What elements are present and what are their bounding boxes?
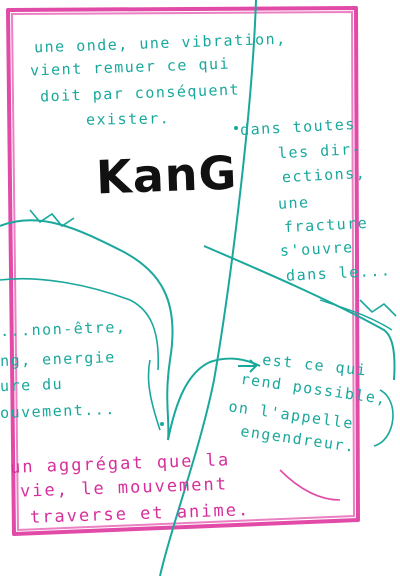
text-line: ng, energie [0,347,117,371]
text-line: les dir- [277,139,363,163]
zigzag-right [359,299,397,317]
text-line: fracture [283,213,369,237]
zigzag-left [29,209,75,228]
center-curve-2 [147,359,161,431]
bottom-curve [279,469,341,501]
text-line: s'ouvre [279,238,355,260]
text-line: une [277,193,311,213]
drawing-page: KanG une onde, une vibration, vient remu… [0,0,400,576]
text-line: ouvement... [0,399,117,423]
dot [234,126,238,130]
text-line: ...non-être, [0,317,127,341]
text-line: ections, [281,163,367,187]
dot [160,422,164,426]
text-line: exister. [85,109,171,129]
text-line: ure du [0,374,64,396]
title-kang: KanG [95,145,239,205]
